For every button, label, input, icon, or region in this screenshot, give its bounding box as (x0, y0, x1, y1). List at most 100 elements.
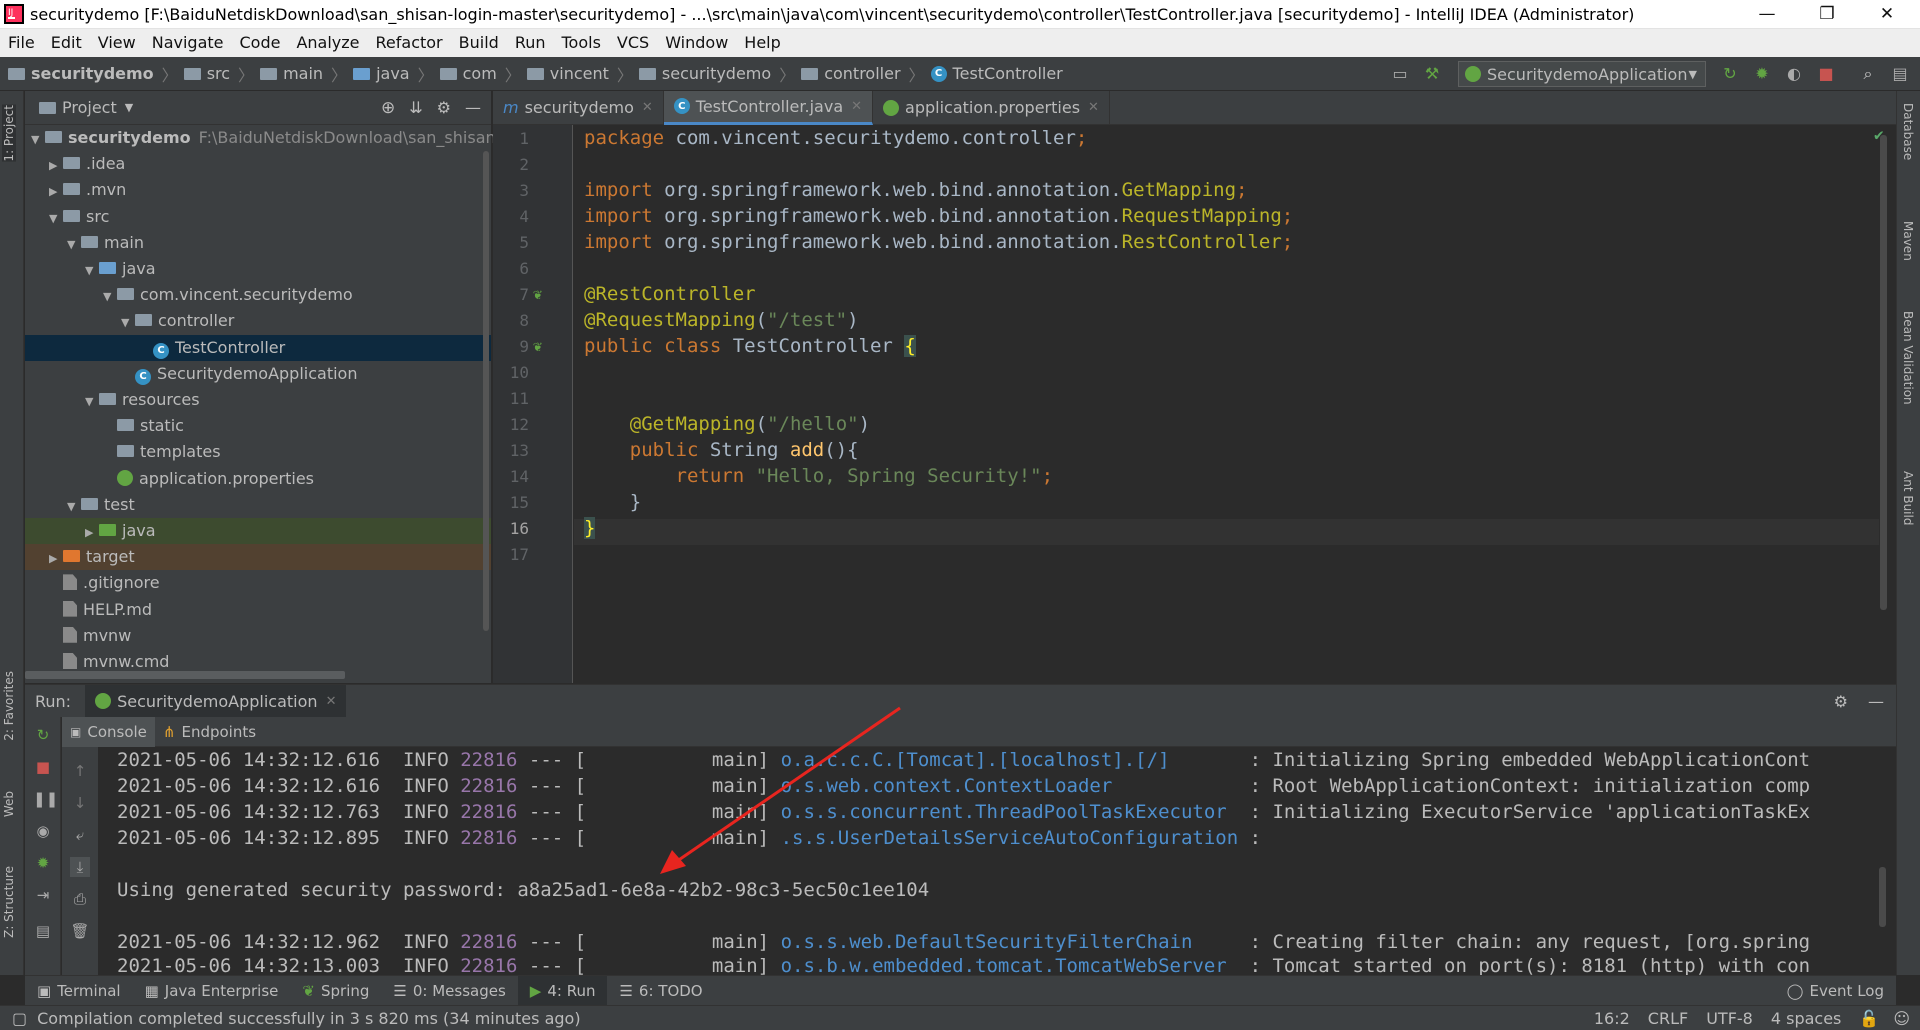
menu-vcs[interactable]: VCS (609, 29, 657, 57)
scroll-to-end-icon[interactable]: ⤓ (70, 857, 90, 877)
tree-item[interactable]: C SecuritydemoApplication (25, 361, 491, 387)
tab-securitydemo[interactable]: m securitydemo ✕ (493, 90, 664, 125)
stop-icon[interactable]: ■ (33, 757, 53, 777)
tab-spring[interactable]: ❦ Spring (290, 976, 381, 1006)
tab-todo[interactable]: ☰ 6: TODO (607, 976, 714, 1006)
breadcrumb-src[interactable]: src (183, 64, 230, 83)
inspector-icon[interactable]: ☺ (1893, 1009, 1910, 1028)
indent-setting[interactable]: 4 spaces (1771, 1009, 1842, 1028)
tree-item[interactable]: static (25, 413, 491, 439)
menu-build[interactable]: Build (451, 29, 507, 57)
tree-item[interactable]: ▶ .idea (25, 151, 491, 177)
debug-icon[interactable]: ✹ (33, 853, 53, 873)
close-tab-icon[interactable]: ✕ (326, 694, 337, 709)
maven-tool-tab[interactable]: Maven (1901, 221, 1915, 261)
tree-item[interactable]: ▼ src (25, 204, 491, 230)
horizontal-scrollbar[interactable] (25, 671, 345, 679)
close-button[interactable]: ✕ (1860, 0, 1914, 29)
restore-button[interactable]: ❐ (1800, 0, 1854, 29)
tab-messages[interactable]: ☰ 0: Messages (381, 976, 517, 1006)
code-editor[interactable]: package com.vincent.securitydemo.control… (574, 125, 1896, 683)
tree-item[interactable]: ▼ main (25, 230, 491, 256)
status-icon[interactable]: ▢ (12, 1009, 27, 1028)
spring-bean-gutter-icon[interactable]: ❦ (533, 337, 542, 355)
breadcrumb-securitydemo-package[interactable]: securitydemo (638, 64, 771, 83)
layout-icon[interactable]: ▤ (33, 921, 53, 941)
tree-item[interactable]: ▶ java (25, 518, 491, 544)
console-scrollbar[interactable] (1879, 867, 1886, 927)
run-tab-securitydemoapplication[interactable]: SecuritydemoApplication ✕ (85, 684, 347, 718)
tab-application-properties[interactable]: application.properties ✕ (873, 90, 1110, 125)
line-separator[interactable]: CRLF (1648, 1009, 1688, 1028)
breadcrumb-main[interactable]: main (260, 64, 323, 83)
menu-edit[interactable]: Edit (43, 29, 90, 57)
console-output[interactable]: 2021-05-06 14:32:12.616 INFO 22816 --- [… (99, 747, 1896, 975)
chevron-right-icon[interactable]: ▶ (85, 520, 99, 546)
bean-validation-tool-tab[interactable]: Bean Validation (1901, 311, 1915, 405)
tab-terminal[interactable]: ▣ Terminal (25, 976, 133, 1006)
tab-run[interactable]: ▶ 4: Run (517, 975, 608, 1006)
tree-item[interactable]: HELP.md (25, 597, 491, 623)
project-view-select[interactable]: Project (62, 98, 117, 117)
camera-icon[interactable]: ◉ (33, 821, 53, 841)
chevron-right-icon[interactable]: ▶ (49, 546, 63, 572)
menu-analyze[interactable]: Analyze (288, 29, 367, 57)
menu-run[interactable]: Run (507, 29, 554, 57)
close-tab-icon[interactable]: ✕ (1088, 100, 1099, 115)
chevron-right-icon[interactable]: ▶ (49, 153, 63, 179)
breadcrumb-java[interactable]: java (353, 64, 410, 83)
print-icon[interactable]: ⎙ (70, 889, 90, 909)
project-structure-icon[interactable]: ▭ (1390, 64, 1410, 84)
structure-tool-tab[interactable]: Z: Structure (2, 866, 16, 938)
soft-wrap-icon[interactable]: ⤶ (70, 825, 90, 845)
tree-item[interactable]: ▶ .mvn (25, 177, 491, 203)
database-tool-tab[interactable]: Database (1901, 103, 1915, 160)
web-tool-tab[interactable]: Web (2, 791, 16, 817)
search-icon[interactable]: ⌕ (1858, 64, 1878, 84)
menu-navigate[interactable]: Navigate (144, 29, 232, 57)
chevron-right-icon[interactable]: ▶ (49, 179, 63, 205)
chevron-down-icon[interactable]: ▼ (67, 494, 81, 520)
chevron-down-icon[interactable]: ▼ (67, 232, 81, 258)
breadcrumb-securitydemo[interactable]: securitydemo (8, 64, 154, 83)
caret-position[interactable]: 16:2 (1594, 1009, 1630, 1028)
chevron-down-icon[interactable]: ▼ (85, 389, 99, 415)
breadcrumb-controller[interactable]: controller (801, 64, 901, 83)
tree-item[interactable]: mvnw (25, 623, 491, 649)
menu-refactor[interactable]: Refactor (368, 29, 451, 57)
tree-item[interactable]: ▼ resources (25, 387, 491, 413)
tree-item[interactable]: ▼ controller (25, 308, 491, 334)
tree-item[interactable]: templates (25, 439, 491, 465)
tab-event-log[interactable]: ◯ Event Log (1775, 976, 1896, 1006)
tree-item[interactable]: .gitignore (25, 570, 491, 596)
editor-scrollbar[interactable] (1880, 135, 1887, 610)
gear-icon[interactable]: ⚙ (1834, 692, 1848, 711)
favorites-tool-tab[interactable]: 2: Favorites (2, 671, 16, 741)
file-encoding[interactable]: UTF-8 (1706, 1009, 1753, 1028)
breadcrumb-testcontroller[interactable]: C TestController (930, 64, 1063, 83)
chevron-down-icon[interactable]: ▼ (121, 310, 135, 336)
run-configuration-select[interactable]: SecuritydemoApplication ▼ (1458, 61, 1706, 87)
collapse-all-icon[interactable]: ⇊ (409, 98, 422, 117)
tree-item[interactable]: ▼ java (25, 256, 491, 282)
build-hammer-icon[interactable]: ⚒ (1422, 64, 1442, 84)
tree-item[interactable]: ▼ securitydemo F:\BaiduNetdiskDownload\san… (25, 125, 540, 151)
spring-bean-gutter-icon[interactable]: ❦ (533, 285, 542, 303)
tab-testcontroller[interactable]: C TestController.java ✕ (663, 90, 874, 125)
arrow-down-icon[interactable]: ↓ (70, 793, 90, 813)
breadcrumb-com[interactable]: com (439, 64, 497, 83)
menu-file[interactable]: File (0, 29, 43, 57)
chevron-down-icon[interactable]: ▼ (49, 206, 63, 232)
debug-icon[interactable]: ✹ (1752, 64, 1772, 84)
project-tool-tab[interactable]: 1: Project (2, 105, 16, 162)
gear-icon[interactable]: ⚙ (437, 98, 451, 117)
coverage-icon[interactable]: ◐ (1784, 64, 1804, 84)
rerun-icon[interactable]: ↻ (1720, 64, 1740, 84)
chevron-down-icon[interactable]: ▼ (85, 258, 99, 284)
chevron-down-icon[interactable]: ▼ (125, 101, 133, 114)
menu-window[interactable]: Window (657, 29, 736, 57)
menu-help[interactable]: Help (736, 29, 788, 57)
close-tab-icon[interactable]: ✕ (642, 100, 653, 115)
arrow-up-icon[interactable]: ↑ (70, 761, 90, 781)
menu-code[interactable]: Code (232, 29, 289, 57)
